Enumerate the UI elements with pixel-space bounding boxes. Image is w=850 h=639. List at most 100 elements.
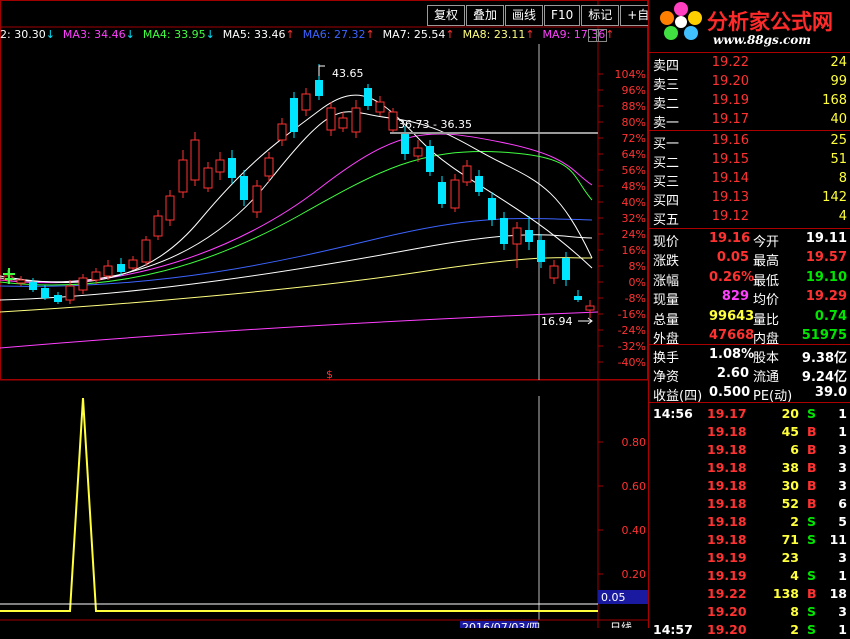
- candle-up: [351, 107, 361, 133]
- candle-up: [190, 139, 200, 181]
- candle-down: [228, 158, 236, 178]
- kline-chart-area[interactable]: 104% 96% 88% 80% 72% 64% 56% 48% 40% 32% 24% 16% 8% 0…: [0, 0, 669, 628]
- tick-volume: 2: [790, 622, 799, 637]
- arrow-up-icon: ↑: [445, 28, 455, 41]
- quote-row: 涨跌 0.05 最高 19.57: [649, 249, 850, 270]
- stats-row: 换手 1.08% 股本 9.38亿: [649, 346, 850, 366]
- tick-side: S: [807, 604, 817, 619]
- tick-side: B: [807, 460, 817, 475]
- signal-line: [0, 397, 598, 612]
- tick-count: 1: [838, 622, 847, 637]
- tick-price: 19.18: [707, 442, 747, 457]
- candle-up: [178, 159, 188, 193]
- candle-up: [103, 265, 113, 277]
- ask-label: 卖二: [653, 97, 680, 112]
- bid-row[interactable]: 买一 19.16 25: [649, 132, 850, 152]
- ma-legend-item: MA3: 34.46↓: [63, 28, 135, 44]
- candle-down: [29, 282, 37, 290]
- candle-down: [574, 296, 582, 300]
- chart-toolbar: 复权 叠加 画线 F10 标记 +自选: [427, 5, 669, 26]
- quote-value: 0.05: [716, 250, 749, 266]
- tick-side: S: [807, 514, 817, 529]
- candle-up: [16, 279, 26, 284]
- restore-rights-button[interactable]: 复权: [427, 5, 466, 26]
- stats-value: 39.0: [814, 385, 847, 400]
- ask-row[interactable]: 卖一 19.17 40: [649, 111, 850, 131]
- tick-time: 14:57: [653, 622, 693, 637]
- bid-row[interactable]: 买四 19.13 142: [649, 189, 850, 209]
- quote-value: 0.74: [814, 308, 847, 324]
- ma-legend-label: MA7: 25.54: [382, 28, 446, 41]
- bid-row[interactable]: 买五 19.12 4: [649, 208, 850, 228]
- quote-value: 19.11: [805, 231, 847, 246]
- stats-value: 2.60: [716, 366, 749, 381]
- ma-legend-label: MA3: 34.46: [62, 28, 126, 41]
- ask-row[interactable]: 卖四 19.22 24: [649, 54, 850, 74]
- candle-up: [388, 111, 398, 131]
- logo: 分析家公式网 www.88gs.com: [649, 0, 850, 48]
- lower-axis-label: 0.40: [622, 524, 647, 537]
- bid-row[interactable]: 买二 19.15 51: [649, 151, 850, 171]
- quote-label: 总量: [653, 312, 680, 328]
- f10-button[interactable]: F10: [544, 5, 581, 26]
- stats-value: 9.38亿: [801, 351, 847, 366]
- bid-volume: 51: [830, 152, 847, 167]
- bid-label: 买四: [653, 194, 680, 209]
- quote-label: 量比: [753, 312, 780, 328]
- pct-axis-label: 16%: [622, 244, 646, 257]
- tick-side: S: [807, 532, 817, 547]
- tick-count: 3: [838, 442, 847, 457]
- ma-legend-label: MA6: 27.32: [302, 28, 366, 41]
- quote-label: 最高: [753, 254, 780, 270]
- ma-legend-label: 2: 30.30: [0, 28, 46, 41]
- quote-label: 涨跌: [653, 254, 680, 270]
- stats-value: 1.08%: [709, 347, 755, 362]
- candle-down: [488, 198, 496, 220]
- candle-up: [91, 271, 101, 281]
- panel-divider: [649, 130, 850, 131]
- tick-side: S: [807, 622, 817, 637]
- pct-axis-label: -40%: [618, 356, 646, 369]
- arrow-down-icon: ↓: [205, 28, 215, 41]
- kline-chart[interactable]: 104% 96% 88% 80% 72% 64% 56% 48% 40% 32% 24% 16% 8% 0…: [0, 0, 648, 628]
- panel-divider: [649, 344, 850, 345]
- overlay-button[interactable]: 叠加: [466, 5, 505, 26]
- ask-row[interactable]: 卖二 19.19 168: [649, 92, 850, 112]
- quote-row: 现价 19.16 今开 19.11: [649, 230, 850, 250]
- ma-legend-label: MA4: 33.95: [142, 28, 206, 41]
- candle-up: [413, 147, 423, 157]
- tick-price: 19.18: [707, 496, 747, 511]
- quote-value: 0.26%: [709, 269, 755, 285]
- stats-label: 股本: [753, 351, 780, 366]
- quote-label: 现量: [653, 293, 680, 309]
- candle-down: [562, 258, 570, 280]
- ask-price: 19.22: [711, 55, 749, 70]
- tick-row: 19.22 138 B 18: [649, 585, 850, 603]
- ma-curve: [0, 111, 593, 283]
- tick-volume: 4: [790, 568, 799, 583]
- candle-down: [438, 182, 446, 204]
- tick-volume: 23: [781, 550, 799, 565]
- panel-divider: [649, 228, 850, 229]
- candle-up: [153, 215, 163, 237]
- tick-row: 19.20 8 S 3: [649, 603, 850, 621]
- mark-button[interactable]: 标记: [581, 5, 620, 26]
- tick-volume: 30: [781, 478, 799, 493]
- bid-row[interactable]: 买三 19.14 8: [649, 170, 850, 190]
- draw-line-button[interactable]: 画线: [505, 5, 544, 26]
- legend-scroll-right-button[interactable]: [596, 29, 607, 42]
- tick-time: 14:56: [653, 406, 693, 421]
- tick-row: 19.18 45 B 1: [649, 423, 850, 441]
- quote-value: 19.16: [709, 231, 751, 246]
- tick-row: 19.19 4 S 1: [649, 567, 850, 585]
- candle-up: [549, 265, 559, 279]
- tick-volume: 38: [781, 460, 799, 475]
- candle-down: [364, 88, 372, 106]
- ma-legend-item: 2: 30.30↓: [0, 28, 55, 44]
- tick-side: S: [807, 568, 817, 583]
- low-price-label: 16.94: [541, 315, 573, 328]
- arrow-up-icon: ↑: [285, 28, 295, 41]
- ask-row[interactable]: 卖三 19.20 99: [649, 73, 850, 93]
- tick-volume: 45: [781, 424, 799, 439]
- tick-price: 19.17: [707, 406, 747, 421]
